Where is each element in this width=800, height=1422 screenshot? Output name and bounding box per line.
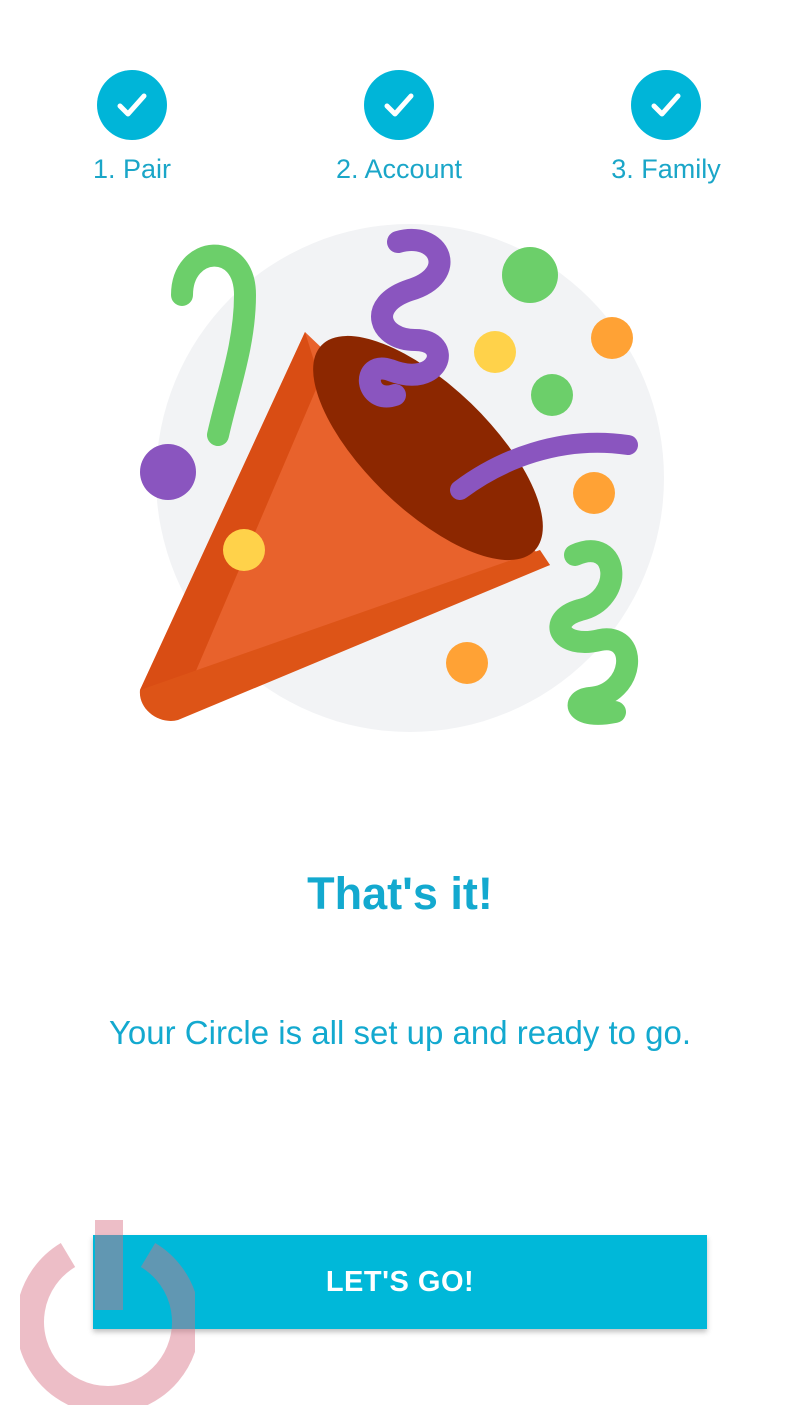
step-label: 3. Family (611, 154, 721, 184)
check-icon (364, 70, 434, 140)
party-popper-icon (139, 224, 664, 732)
party-popper-illustration (120, 220, 680, 750)
step-family: 3. Family (566, 70, 766, 185)
step-account: 2. Account (299, 70, 499, 185)
step-label: 1. Pair (92, 154, 172, 184)
page-title: That's it! (307, 868, 493, 919)
setup-complete-screen: 1. Pair 2. Account 3. Family That's it! … (0, 0, 800, 1422)
setup-progress-steps: 1. Pair 2. Account 3. Family (0, 0, 800, 200)
page-subtitle: Your Circle is all set up and ready to g… (108, 1014, 692, 1051)
check-icon (631, 70, 701, 140)
step-pair: 1. Pair (32, 70, 232, 185)
check-icon (97, 70, 167, 140)
lets-go-button[interactable]: LET'S GO! (93, 1235, 707, 1329)
step-label: 2. Account (335, 154, 463, 184)
